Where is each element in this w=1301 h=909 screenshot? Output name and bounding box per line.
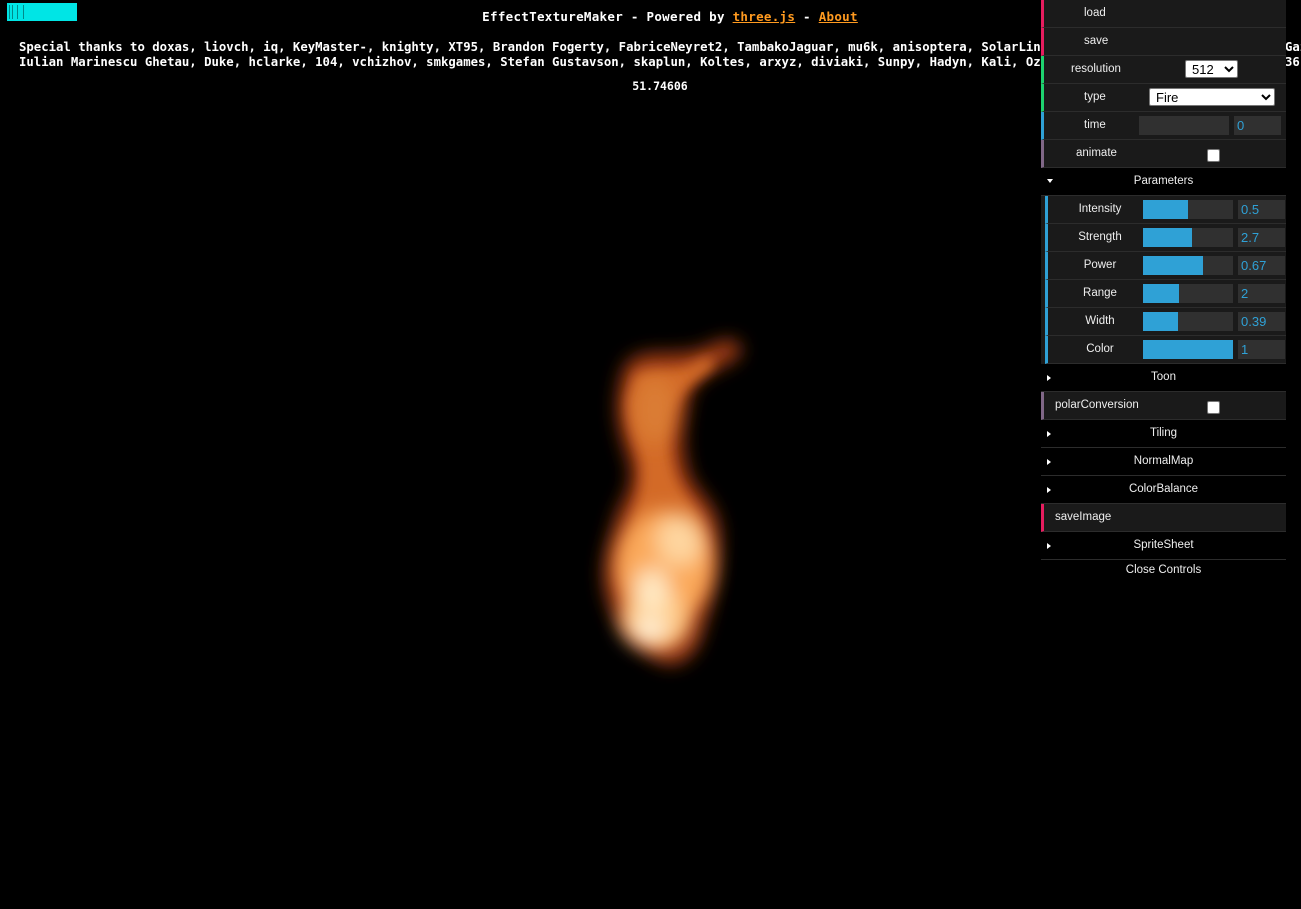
animate-row: animate (1041, 140, 1286, 168)
type-row: type Fire (1041, 84, 1286, 112)
param-label-range: Range (1083, 287, 1117, 299)
tiling-title: Tiling (1149, 427, 1178, 439)
type-label: type (1084, 91, 1106, 103)
param-label-color: Color (1086, 343, 1114, 355)
header-title: EffectTextureMaker - Powered by (482, 9, 733, 24)
normalmap-folder-title[interactable]: NormalMap (1041, 448, 1286, 476)
param-row-width: Width 0.39 (1045, 308, 1286, 336)
param-slider-color[interactable] (1143, 340, 1233, 359)
spritesheet-folder-title[interactable]: SpriteSheet (1041, 532, 1286, 560)
toon-title: Toon (1151, 371, 1176, 383)
toon-folder-title[interactable]: Toon (1041, 364, 1286, 392)
param-slider-strength[interactable] (1143, 228, 1233, 247)
load-button[interactable]: load (1041, 0, 1286, 28)
dat-gui-panel: load save resolution 512 type Fire time … (1041, 0, 1286, 582)
colorbalance-folder-title[interactable]: ColorBalance (1041, 476, 1286, 504)
param-slider-fill-strength (1143, 228, 1192, 247)
param-input-power[interactable]: 0.67 (1238, 256, 1285, 275)
about-link[interactable]: About (819, 9, 858, 24)
time-input[interactable]: 0 (1234, 116, 1281, 135)
param-slider-fill-width (1143, 312, 1179, 331)
param-slider-range[interactable] (1143, 284, 1233, 303)
parameters-title: Parameters (1133, 175, 1194, 187)
time-label: time (1084, 119, 1106, 131)
tiling-folder-title[interactable]: Tiling (1041, 420, 1286, 448)
param-slider-fill-color (1143, 340, 1233, 359)
param-row-power: Power 0.67 (1045, 252, 1286, 280)
param-row-strength: Strength 2.7 (1045, 224, 1286, 252)
param-label-intensity: Intensity (1078, 203, 1122, 215)
load-label: load (1084, 7, 1106, 19)
polar-conversion-checkbox[interactable] (1207, 401, 1220, 414)
animate-label: animate (1076, 147, 1117, 159)
param-input-width[interactable]: 0.39 (1238, 312, 1285, 331)
fire-effect-canvas (603, 339, 741, 665)
param-input-intensity[interactable]: 0.5 (1238, 200, 1285, 219)
param-slider-fill-power (1143, 256, 1204, 275)
polar-conversion-row: polarConversion (1041, 392, 1286, 420)
type-select[interactable]: Fire (1149, 88, 1275, 106)
colorbalance-title: ColorBalance (1128, 483, 1199, 495)
resolution-row: resolution 512 (1041, 56, 1286, 84)
param-row-range: Range 2 (1045, 280, 1286, 308)
param-input-range[interactable]: 2 (1238, 284, 1285, 303)
resolution-label: resolution (1071, 63, 1121, 75)
param-label-power: Power (1083, 259, 1117, 271)
param-input-strength[interactable]: 2.7 (1238, 228, 1285, 247)
save-label: save (1084, 35, 1109, 47)
time-row: time 0 (1041, 112, 1286, 140)
param-slider-intensity[interactable] (1143, 200, 1233, 219)
param-row-intensity: Intensity 0.5 (1045, 196, 1286, 224)
polar-conversion-label: polarConversion (1055, 399, 1139, 411)
normalmap-title: NormalMap (1133, 455, 1194, 467)
save-button[interactable]: save (1041, 28, 1286, 56)
param-row-color: Color 1 (1045, 336, 1286, 364)
save-image-label: saveImage (1055, 511, 1112, 523)
time-slider[interactable] (1139, 116, 1229, 135)
spritesheet-title: SpriteSheet (1133, 539, 1194, 551)
close-controls-button[interactable]: Close Controls (1041, 560, 1286, 582)
save-image-button[interactable]: saveImage (1041, 504, 1286, 532)
param-slider-fill-intensity (1143, 200, 1188, 219)
param-input-color[interactable]: 1 (1238, 340, 1285, 359)
threejs-link[interactable]: three.js (733, 9, 796, 24)
param-slider-fill-range (1143, 284, 1179, 303)
parameters-folder: Intensity 0.5 Strength 2.7 Power 0.67 Range 2 Wi… (1045, 196, 1286, 364)
header-separator: - (795, 9, 819, 24)
param-label-strength: Strength (1078, 231, 1122, 243)
param-label-width: Width (1085, 315, 1115, 327)
parameters-folder-title[interactable]: Parameters (1041, 168, 1286, 196)
resolution-select[interactable]: 512 (1185, 60, 1238, 78)
animate-checkbox[interactable] (1207, 149, 1220, 162)
param-slider-power[interactable] (1143, 256, 1233, 275)
param-slider-width[interactable] (1143, 312, 1233, 331)
